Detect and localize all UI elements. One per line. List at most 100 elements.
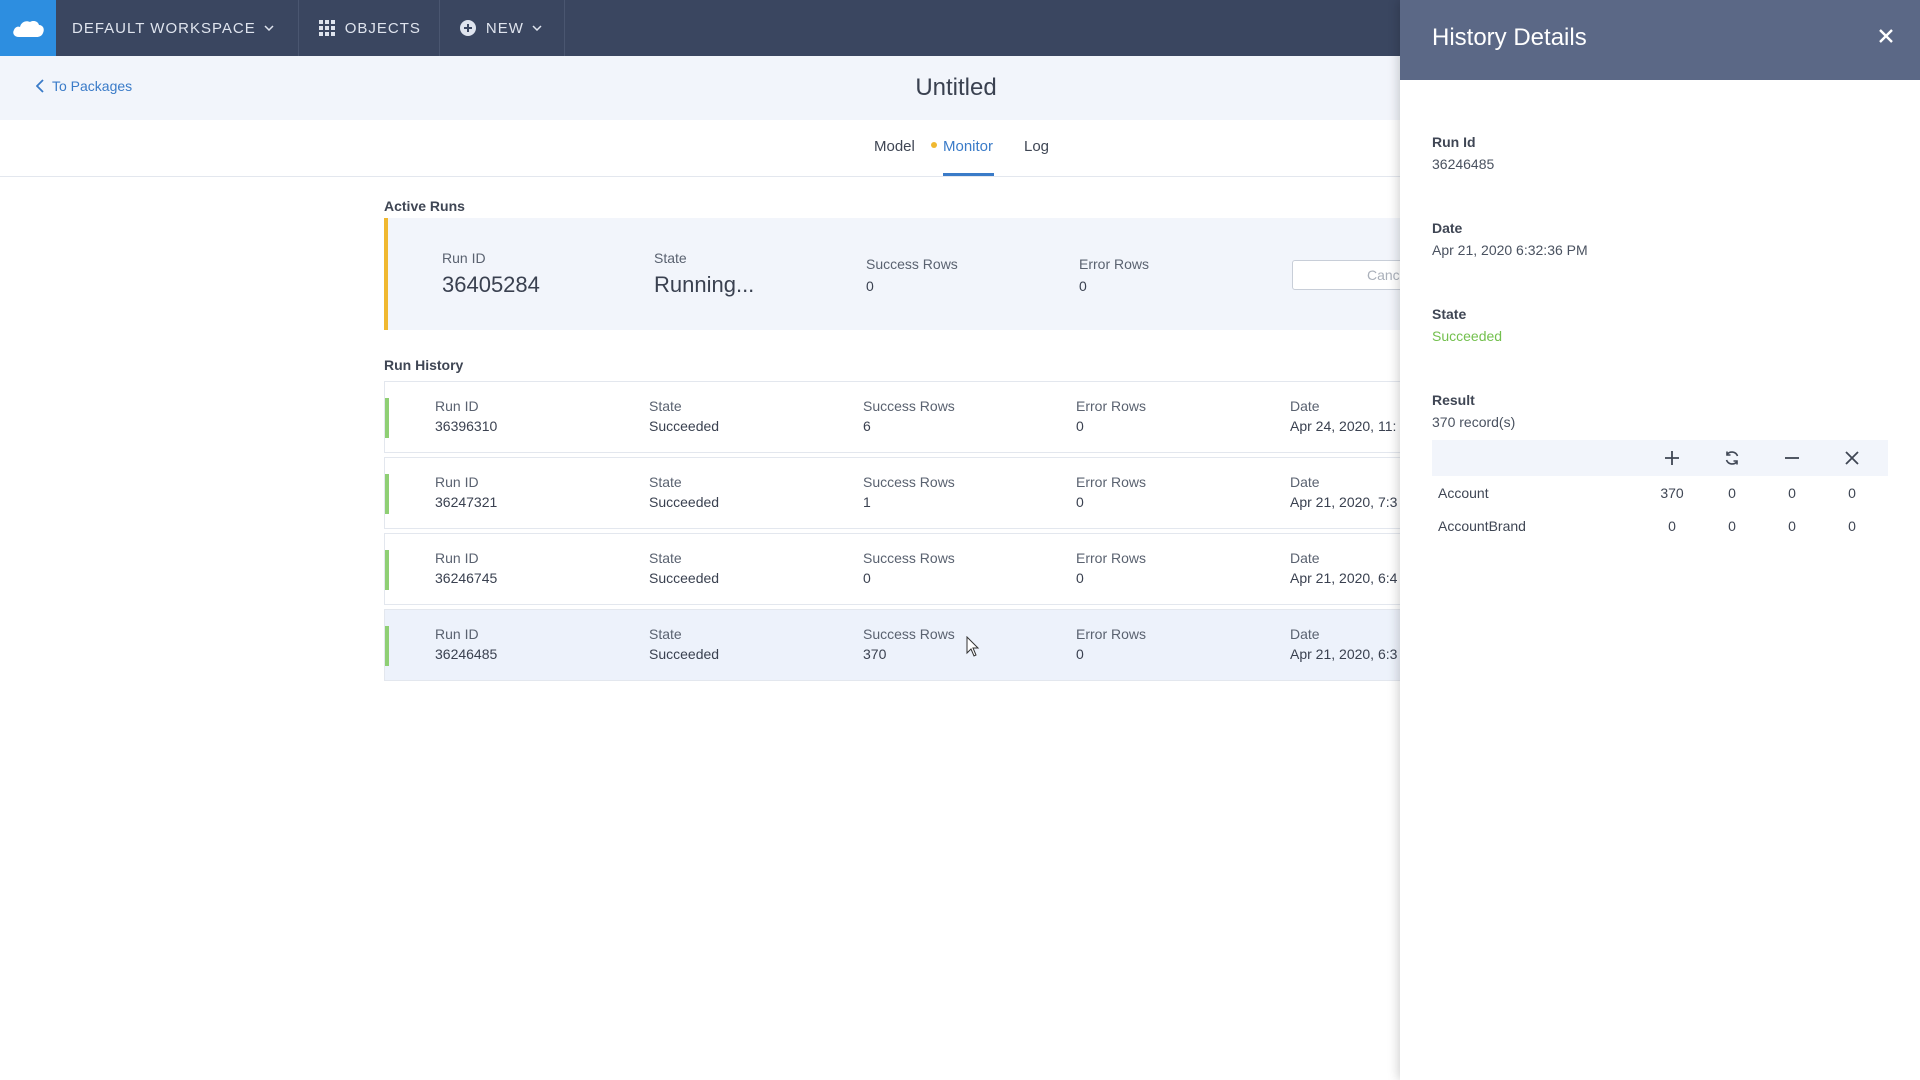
history-row[interactable]: Run ID 36247321 State Succeeded Success Ro…: [384, 457, 1404, 529]
date-cell: Date Apr 24, 2020, 11:: [1290, 398, 1396, 434]
date-cell: Date Apr 21, 2020, 6:3: [1290, 626, 1397, 662]
success-rows-label: Success Rows: [863, 398, 955, 414]
objects-menu[interactable]: OBJECTS: [299, 0, 440, 56]
result-row: Account 370 0 0 0: [1432, 476, 1888, 509]
chevron-down-icon: [532, 25, 542, 31]
error-rows-value: 0: [1079, 278, 1087, 294]
app-logo[interactable]: [0, 0, 56, 56]
error-rows-label: Error Rows: [1076, 550, 1147, 566]
run-history-heading: Run History: [384, 357, 464, 373]
tab-monitor[interactable]: Monitor: [931, 138, 993, 155]
date-cell: Date Apr 21, 2020, 7:3: [1290, 474, 1397, 510]
error-rows-label: Error Rows: [1076, 398, 1147, 414]
active-error-cell: Error Rows 0: [1079, 256, 1149, 294]
chevron-down-icon: [264, 25, 274, 31]
success-rows-value: 1: [863, 494, 871, 510]
cloud-icon: [13, 21, 44, 37]
run-id-value: 36247321: [435, 494, 498, 510]
state-label: State: [649, 474, 682, 490]
state-value: Running...: [654, 272, 755, 297]
deleted-count: 0: [1788, 485, 1796, 501]
run-id-value: 36405284: [442, 272, 540, 297]
running-indicator-dot: [931, 142, 937, 149]
run-id-cell: Run ID 36247321: [435, 474, 497, 510]
tab-log[interactable]: Log: [1024, 138, 1049, 155]
object-name: Account: [1438, 485, 1489, 501]
history-row-selected[interactable]: Run ID 36246485 State Succeeded Success Ro…: [384, 609, 1404, 681]
state-value: Succeeded: [649, 570, 720, 586]
active-run-card[interactable]: Run ID 36405284 State Running... Success…: [384, 218, 1422, 330]
active-success-cell: Success Rows 0: [866, 256, 958, 294]
workspace-label: DEFAULT WORKSPACE: [72, 19, 256, 37]
object-name: AccountBrand: [1438, 518, 1526, 534]
state-label: State: [1432, 306, 1467, 322]
error-cell: Error Rows 0: [1076, 474, 1146, 510]
run-id-value: 36246745: [435, 570, 498, 586]
state-label: State: [649, 398, 682, 414]
result-table: Account 370 0 0 0 AccountBrand 0 0 0 0: [1432, 440, 1888, 542]
updated-count: 0: [1728, 518, 1736, 534]
success-rows-label: Success Rows: [863, 550, 955, 566]
inserted-count: 370: [1660, 485, 1684, 501]
history-row[interactable]: Run ID 36246745 State Succeeded Success Ro…: [384, 533, 1404, 605]
detail-date: Date Apr 21, 2020 6:32:36 PM: [1432, 220, 1588, 258]
run-id-label: Run ID: [435, 626, 479, 642]
state-label: State: [649, 550, 682, 566]
error-rows-value: 0: [1076, 418, 1084, 434]
status-bar: [385, 398, 389, 438]
run-id-cell: Run ID 36246485: [435, 626, 497, 662]
deleted-count: 0: [1788, 518, 1796, 534]
panel-title: History Details: [1432, 24, 1587, 51]
state-cell: State Succeeded: [649, 474, 719, 510]
state-cell: State Succeeded: [649, 550, 719, 586]
active-runs-heading: Active Runs: [384, 198, 465, 214]
run-id-label: Run ID: [435, 474, 479, 490]
workspace-menu[interactable]: DEFAULT WORKSPACE: [56, 0, 299, 56]
success-cell: Success Rows 0: [863, 550, 955, 586]
success-rows-label: Success Rows: [863, 474, 955, 490]
state-value: Succeeded: [649, 646, 720, 662]
success-rows-label: Success Rows: [863, 626, 955, 642]
run-id-cell: Run ID 36396310: [435, 398, 497, 434]
tab-model[interactable]: Model: [874, 138, 915, 155]
result-label: Result: [1432, 392, 1475, 408]
new-menu[interactable]: NEW: [440, 0, 565, 56]
date-value: Apr 24, 2020, 11:: [1290, 418, 1397, 434]
date-value: Apr 21, 2020, 6:4: [1290, 570, 1398, 586]
error-rows-label: Error Rows: [1079, 256, 1150, 272]
tab-monitor-label: Monitor: [943, 138, 994, 155]
result-table-header: [1432, 440, 1888, 476]
error-rows-label: Error Rows: [1076, 474, 1147, 490]
status-bar: [385, 626, 389, 666]
state-label: State: [654, 250, 687, 266]
grid-icon: [318, 20, 335, 36]
failed-count: 0: [1848, 518, 1856, 534]
success-cell: Success Rows 370: [863, 626, 955, 662]
run-id-value: 36246485: [1432, 156, 1495, 172]
success-cell: Success Rows 1: [863, 474, 955, 510]
updated-count: 0: [1728, 485, 1736, 501]
mouse-cursor-icon: [966, 635, 980, 663]
success-rows-label: Success Rows: [866, 256, 958, 272]
active-run-id-cell: Run ID 36405284: [442, 250, 540, 298]
history-row[interactable]: Run ID 36396310 State Succeeded Success Ro…: [384, 381, 1404, 453]
success-rows-value: 6: [863, 418, 871, 434]
error-cell: Error Rows 0: [1076, 626, 1146, 662]
refresh-icon: [1725, 451, 1739, 465]
run-id-label: Run ID: [442, 250, 486, 266]
run-id-cell: Run ID 36246745: [435, 550, 497, 586]
panel-header: History Details: [1400, 0, 1920, 80]
run-id-label: Run ID: [435, 398, 479, 414]
run-id-value: 36246485: [435, 646, 498, 662]
new-label: NEW: [485, 19, 524, 37]
plus-icon: [1665, 451, 1679, 465]
state-cell: State Succeeded: [649, 626, 719, 662]
inserted-count: 0: [1668, 518, 1676, 534]
date-label: Date: [1432, 220, 1463, 236]
status-bar: [385, 474, 389, 514]
run-id-value: 36396310: [435, 418, 498, 434]
failed-count: 0: [1848, 485, 1856, 501]
close-icon[interactable]: [1878, 28, 1894, 49]
plus-circle-icon: [459, 20, 476, 36]
minus-icon: [1785, 457, 1799, 459]
